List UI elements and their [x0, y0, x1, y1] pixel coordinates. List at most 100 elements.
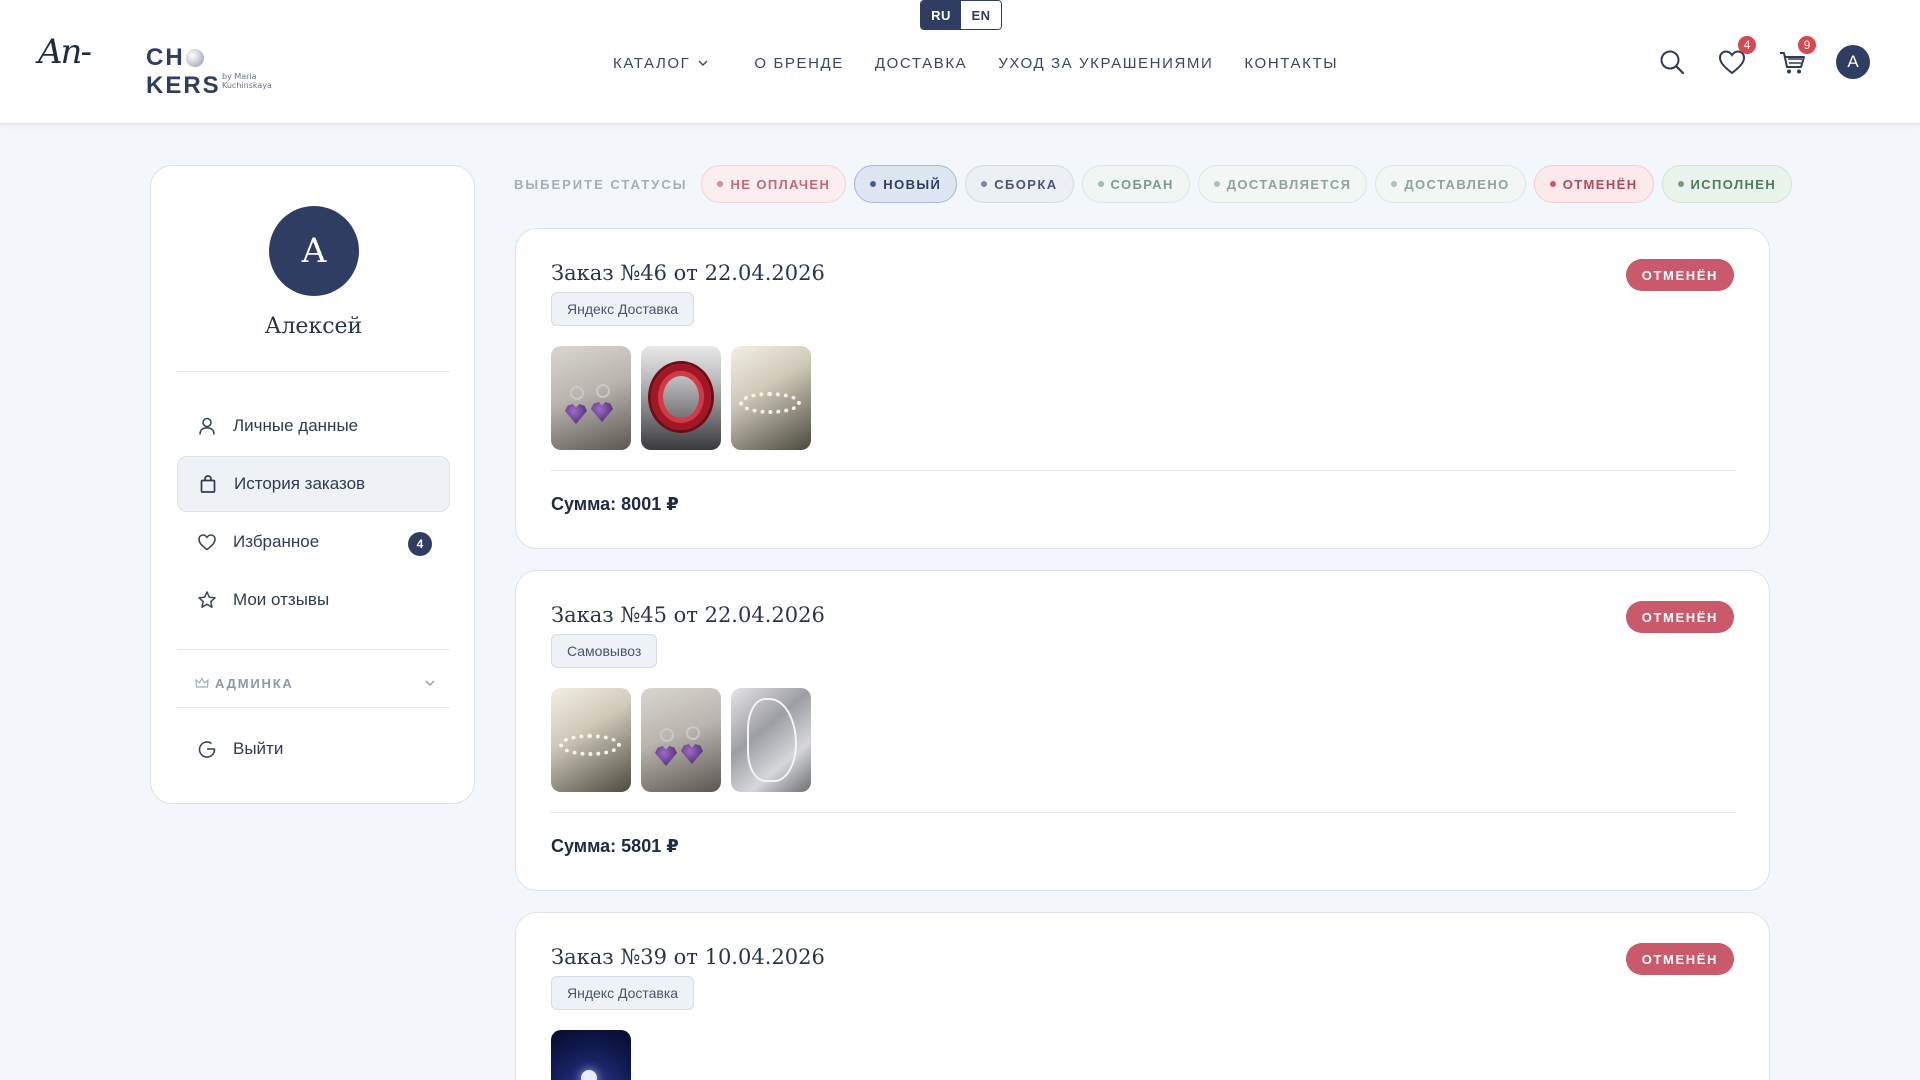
status-dot-icon: [981, 181, 988, 187]
status-chip[interactable]: СБОРКА: [965, 165, 1074, 203]
nav-catalog[interactable]: КАТАЛОГ: [613, 55, 708, 72]
order-status-badge: ОТМЕНЁН: [1625, 601, 1734, 633]
product-thumbnail[interactable]: [731, 688, 811, 792]
status-chip[interactable]: СОБРАН: [1081, 165, 1190, 203]
language-switch: RU EN: [920, 0, 1002, 30]
order-items: [551, 688, 821, 792]
favorites-count-badge: 4: [408, 532, 432, 556]
order-sum: Сумма: 8001 ₽: [551, 494, 679, 514]
order-card[interactable]: Заказ №39 от 10.04.2026 Яндекс Доставка …: [515, 912, 1770, 1080]
sidebar-divider: [177, 371, 450, 372]
status-chip-label: НЕ ОПЛАЧЕН: [730, 176, 831, 192]
order-title: Заказ №39 от 10.04.2026: [551, 945, 825, 969]
status-chip[interactable]: НЕ ОПЛАЧЕН: [701, 165, 847, 203]
sidebar-divider: [177, 649, 450, 650]
sidebar-item-label: Мои отзывы: [233, 590, 330, 609]
product-thumbnail[interactable]: [641, 346, 721, 450]
logo-script: An-: [38, 32, 92, 72]
sidebar-item-order-history[interactable]: История заказов: [177, 456, 450, 512]
order-sum: Сумма: 5801 ₽: [551, 836, 679, 856]
status-chip[interactable]: ОТМЕНЁН: [1533, 165, 1654, 203]
status-chip-label: НОВЫЙ: [883, 176, 942, 192]
pearl-icon: [185, 49, 204, 67]
sidebar-item-reviews[interactable]: Мои отзывы: [177, 572, 450, 628]
status-chip-label: ДОСТАВЛЯЕТСЯ: [1226, 176, 1352, 192]
admin-section-toggle[interactable]: АДМИНКА: [177, 663, 450, 703]
order-divider: [551, 470, 1736, 471]
logout-button[interactable]: Выйти: [177, 721, 450, 777]
status-chip-label: ИСПОЛНЕН: [1690, 176, 1777, 192]
chevron-down-icon: [698, 60, 708, 66]
main-nav: КАТАЛОГ О БРЕНДЕ ДОСТАВКА УХОД ЗА УКРАШЕ…: [613, 50, 1369, 76]
sidebar-item-personal-data[interactable]: Личные данные: [177, 398, 450, 454]
user-icon: [199, 417, 215, 435]
lang-en-button[interactable]: EN: [961, 1, 1001, 29]
product-thumbnail[interactable]: [551, 1030, 631, 1080]
brand-logo[interactable]: An- CHKERS by Maria Kuchinskaya: [38, 28, 278, 99]
account-sidebar: A Алексей Личные данные История заказов …: [150, 165, 475, 804]
product-thumbnail[interactable]: [551, 346, 631, 450]
status-dot-icon: [717, 181, 724, 187]
logo-subtitle: by Maria Kuchinskaya: [222, 72, 272, 90]
search-button[interactable]: [1656, 46, 1688, 78]
logout-icon: [198, 741, 216, 758]
lang-ru-button[interactable]: RU: [921, 1, 961, 29]
logout-label: Выйти: [233, 739, 284, 758]
crown-icon: [195, 677, 209, 688]
chevron-down-icon: [425, 680, 435, 686]
order-divider: [551, 812, 1736, 813]
sidebar-item-favorites[interactable]: Избранное 4: [177, 514, 450, 570]
favorites-button[interactable]: 4: [1716, 36, 1756, 78]
search-icon: [1660, 50, 1685, 75]
sidebar-item-label: История заказов: [234, 474, 366, 493]
delivery-method-badge: Яндекс Доставка: [551, 976, 695, 1010]
heart-icon: [198, 534, 216, 551]
status-chip[interactable]: ДОСТАВЛЯЕТСЯ: [1197, 165, 1368, 203]
status-dot-icon: [1213, 181, 1220, 187]
status-chip[interactable]: ДОСТАВЛЕНО: [1375, 165, 1526, 203]
cart-badge: 9: [1798, 36, 1816, 54]
product-thumbnail[interactable]: [551, 688, 631, 792]
site-header: RU EN An- CHKERS by Maria Kuchinskaya КА…: [0, 0, 1920, 124]
order-card[interactable]: Заказ №46 от 22.04.2026 Яндекс Доставка …: [515, 228, 1770, 549]
sidebar-item-label: Избранное: [233, 532, 320, 551]
order-status-badge: ОТМЕНЁН: [1625, 943, 1734, 975]
order-card[interactable]: Заказ №45 от 22.04.2026 Самовывоз ОТМЕНЁ…: [515, 570, 1770, 891]
bag-icon: [200, 475, 216, 493]
delivery-method-badge: Самовывоз: [551, 634, 658, 668]
profile-avatar: A: [269, 206, 359, 296]
sidebar-divider: [177, 707, 450, 708]
delivery-method-badge: Яндекс Доставка: [551, 292, 695, 326]
admin-label: АДМИНКА: [215, 675, 294, 691]
nav-about[interactable]: О БРЕНДЕ: [754, 55, 844, 72]
status-chip[interactable]: НОВЫЙ: [854, 165, 958, 203]
status-dot-icon: [1549, 181, 1556, 187]
profile-name: Алексей: [264, 314, 363, 339]
order-items: [551, 346, 821, 450]
order-items: [551, 1030, 641, 1080]
cart-button[interactable]: 9: [1776, 36, 1816, 78]
nav-care[interactable]: УХОД ЗА УКРАШЕНИЯМИ: [998, 55, 1213, 72]
sidebar-item-label: Личные данные: [233, 416, 359, 435]
status-filter-row: ВЫБЕРИТЕ СТАТУСЫ НЕ ОПЛАЧЕН НОВЫЙ СБОРКА СО…: [514, 165, 1800, 203]
filter-label: ВЫБЕРИТЕ СТАТУСЫ: [514, 176, 688, 192]
status-dot-icon: [1677, 181, 1684, 187]
status-chip-label: СОБРАН: [1110, 176, 1174, 192]
status-chip-label: ДОСТАВЛЕНО: [1404, 176, 1510, 192]
status-chip-label: ОТМЕНЁН: [1562, 176, 1638, 192]
favorites-badge: 4: [1738, 36, 1756, 54]
order-title: Заказ №46 от 22.04.2026: [551, 261, 825, 285]
status-chip-label: СБОРКА: [994, 176, 1058, 192]
status-dot-icon: [1097, 181, 1104, 187]
product-thumbnail[interactable]: [731, 346, 811, 450]
status-chip[interactable]: ИСПОЛНЕН: [1661, 165, 1793, 203]
order-title: Заказ №45 от 22.04.2026: [551, 603, 825, 627]
product-thumbnail[interactable]: [641, 688, 721, 792]
status-dot-icon: [870, 181, 877, 187]
status-dot-icon: [1391, 181, 1398, 187]
nav-contacts[interactable]: КОНТАКТЫ: [1244, 55, 1338, 72]
nav-delivery[interactable]: ДОСТАВКА: [875, 55, 967, 72]
header-avatar[interactable]: A: [1836, 45, 1870, 79]
status-chips: НЕ ОПЛАЧЕН НОВЫЙ СБОРКА СОБРАН ДОСТАВЛЯЕТСЯ Д…: [701, 165, 1800, 203]
star-icon: [198, 591, 216, 608]
